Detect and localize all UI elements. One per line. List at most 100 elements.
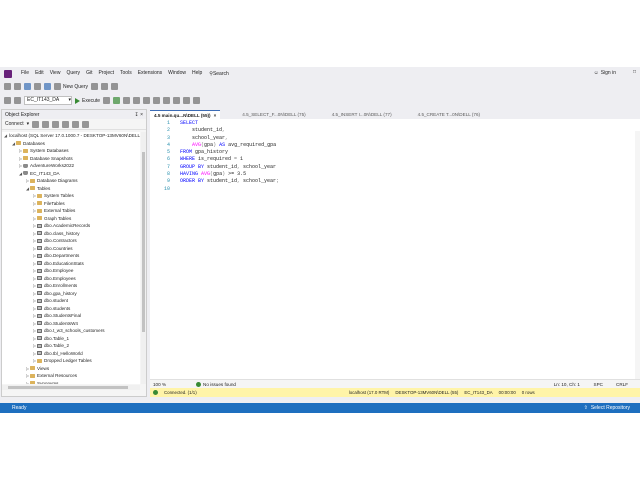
new-file-icon[interactable] <box>24 83 31 90</box>
cancel-query-icon[interactable] <box>103 97 111 104</box>
tree-item[interactable]: ▷ dbo.student <box>2 297 140 305</box>
stop-icon[interactable] <box>52 120 60 128</box>
vertical-scrollbar[interactable] <box>141 132 146 384</box>
forward-icon[interactable] <box>14 83 21 90</box>
horizontal-scrollbar[interactable] <box>2 385 140 390</box>
menu-item-window[interactable]: Window <box>165 67 189 80</box>
tree-item[interactable]: ▷ dbo.t_w3_schools_customers <box>2 327 140 335</box>
close-icon[interactable]: × <box>214 111 217 120</box>
menu-item-help[interactable]: Help <box>189 67 205 80</box>
code-line[interactable]: HAVING AVG(gpa) >= 3.5 <box>180 171 279 178</box>
activity-monitor-icon[interactable] <box>82 120 90 128</box>
pin-icon[interactable]: ↧ × <box>135 112 144 118</box>
scrollbar-thumb[interactable] <box>8 386 128 389</box>
code-line[interactable]: FROM gpa_history <box>180 149 279 156</box>
code-editor[interactable]: 1 2 3 4 5 6 7 8 9 10 SELECT student_id, school_ye… <box>150 120 640 389</box>
back-icon[interactable] <box>4 83 11 90</box>
parse-icon[interactable] <box>113 97 121 104</box>
tree-item[interactable]: ▷ Database Snapshots <box>2 155 140 163</box>
tree-item[interactable]: ▷ Views <box>2 365 140 373</box>
tree-item[interactable]: ◢ Databases <box>2 140 140 148</box>
document-tab[interactable]: 4.5_SELECT_F...0N\DELL (75) <box>238 110 309 119</box>
filter-icon[interactable] <box>62 120 70 128</box>
code-line[interactable]: school_year, <box>180 135 279 142</box>
new-query-button[interactable]: New Query <box>54 83 88 90</box>
menu-item-tools[interactable]: Tools <box>117 67 135 80</box>
tree-item[interactable]: ▷ Synonyms <box>2 380 140 384</box>
tree-item[interactable]: ▷ Dropped Ledger Tables <box>2 357 140 365</box>
tree-item[interactable]: ▷ dbo.gpa_history <box>2 290 140 298</box>
open-icon[interactable] <box>34 83 41 90</box>
tree-item[interactable]: ▷ dbo.EducationStats <box>2 260 140 268</box>
redo-icon[interactable] <box>111 83 119 90</box>
document-tab[interactable]: 4.5_CREATE T...0N\DELL (76) <box>414 110 484 119</box>
tree-item[interactable]: ▷ dbo.Employees <box>2 275 140 283</box>
tree-item[interactable]: ▷ dbo.students <box>2 305 140 313</box>
indent-icon[interactable] <box>193 97 201 104</box>
tree-item[interactable]: ▷ dbo.StudentsFinal <box>2 312 140 320</box>
chevron-down-icon[interactable]: ▾ <box>27 121 30 127</box>
menu-item-view[interactable]: View <box>47 67 64 80</box>
tree-item[interactable]: ▷ dbo.Table_1 <box>2 335 140 343</box>
tree-item[interactable]: ▷ dbo.Countries <box>2 245 140 253</box>
tree-item[interactable]: ▷ System Databases <box>2 147 140 155</box>
scrollbar-thumb[interactable] <box>142 152 145 332</box>
document-tab[interactable]: 4.5_INSERT I...0N\DELL (77) <box>328 110 396 119</box>
code-line[interactable]: WHERE is_required = 1 <box>180 156 279 163</box>
connect-icon[interactable] <box>4 97 11 104</box>
execute-button[interactable]: Execute <box>75 97 100 104</box>
results-to-text-icon[interactable] <box>143 97 151 104</box>
display-plan-icon[interactable] <box>123 97 131 104</box>
search-box[interactable]: ⚲ Search <box>209 71 229 77</box>
comment-icon[interactable] <box>163 97 171 104</box>
restore-icon[interactable]: □ <box>633 69 636 75</box>
zoom-level[interactable]: 100 % <box>153 382 166 387</box>
connect-dropdown[interactable]: Connect <box>5 121 24 127</box>
change-connection-icon[interactable] <box>14 97 21 104</box>
uncomment-icon[interactable] <box>173 97 181 104</box>
menu-item-query[interactable]: Query <box>63 67 83 80</box>
menu-item-git[interactable]: Git <box>83 67 95 80</box>
code-line[interactable]: ORDER BY student_id, school_year; <box>180 178 279 185</box>
database-select[interactable]: EC_IT143_DA ▾ <box>24 96 72 105</box>
tree-item[interactable]: ▷ dbo.class_history <box>2 230 140 238</box>
refresh-icon[interactable] <box>72 120 80 128</box>
tree-item[interactable]: ▷ Graph Tables <box>2 215 140 223</box>
code-line[interactable] <box>180 186 279 193</box>
tree-item[interactable]: ▷ External Resources <box>2 372 140 380</box>
tree-item[interactable]: ▷ dbo.Contractors <box>2 237 140 245</box>
save-icon[interactable] <box>44 83 51 90</box>
select-repository-button[interactable]: ⇧ Select Repository <box>584 405 630 411</box>
tree-item[interactable]: ▷ dbo.Table_2 <box>2 342 140 350</box>
disconnect-icon[interactable] <box>42 120 50 128</box>
menu-item-edit[interactable]: Edit <box>32 67 47 80</box>
tree-item[interactable]: ◢ EC_IT143_DA <box>2 170 140 178</box>
results-to-grid-icon[interactable] <box>153 97 161 104</box>
code-line[interactable]: student_id, <box>180 127 279 134</box>
menu-item-file[interactable]: File <box>18 67 32 80</box>
menu-item-project[interactable]: Project <box>95 67 117 80</box>
tree-item[interactable]: ▷ dbo.tbl_HelloWorld <box>2 350 140 358</box>
undo-icon[interactable] <box>101 83 109 90</box>
tree-item[interactable]: ▷ Database Diagrams <box>2 177 140 185</box>
tree-item[interactable]: ▷ System Tables <box>2 192 140 200</box>
tree-item[interactable]: ▷ AdventureWorks2022 <box>2 162 140 170</box>
editor-vertical-scrollbar[interactable] <box>635 131 640 389</box>
code-line[interactable]: GROUP BY student_id, school_year <box>180 164 279 171</box>
code-line[interactable]: AVG(gpa) AS avg_required_gpa <box>180 142 279 149</box>
connect-object-icon[interactable] <box>32 120 40 128</box>
database-engine-query-icon[interactable] <box>91 83 99 90</box>
expand-toggle-icon[interactable]: ◢ <box>4 133 7 138</box>
tree-item[interactable]: ▷ dbo.Departments <box>2 252 140 260</box>
tree-item[interactable]: ▷ dbo.AcademicRecords <box>2 222 140 230</box>
outdent-icon[interactable] <box>183 97 191 104</box>
tree-item[interactable]: ▷ FileTables <box>2 200 140 208</box>
code-lines[interactable]: SELECT student_id, school_year, AVG(gpa)… <box>180 120 279 193</box>
menu-item-extensions[interactable]: Extensions <box>135 67 165 80</box>
tree-item[interactable]: ▷ dbo.Employee <box>2 267 140 275</box>
tree-item[interactable]: ▷ dbo.StudentsW4 <box>2 320 140 328</box>
tree-item[interactable]: ◢ Tables <box>2 185 140 193</box>
code-line[interactable]: SELECT <box>180 120 279 127</box>
tree-item[interactable]: ▷ dbo.Enrollments <box>2 282 140 290</box>
tree-item[interactable]: ▷ External Tables <box>2 207 140 215</box>
